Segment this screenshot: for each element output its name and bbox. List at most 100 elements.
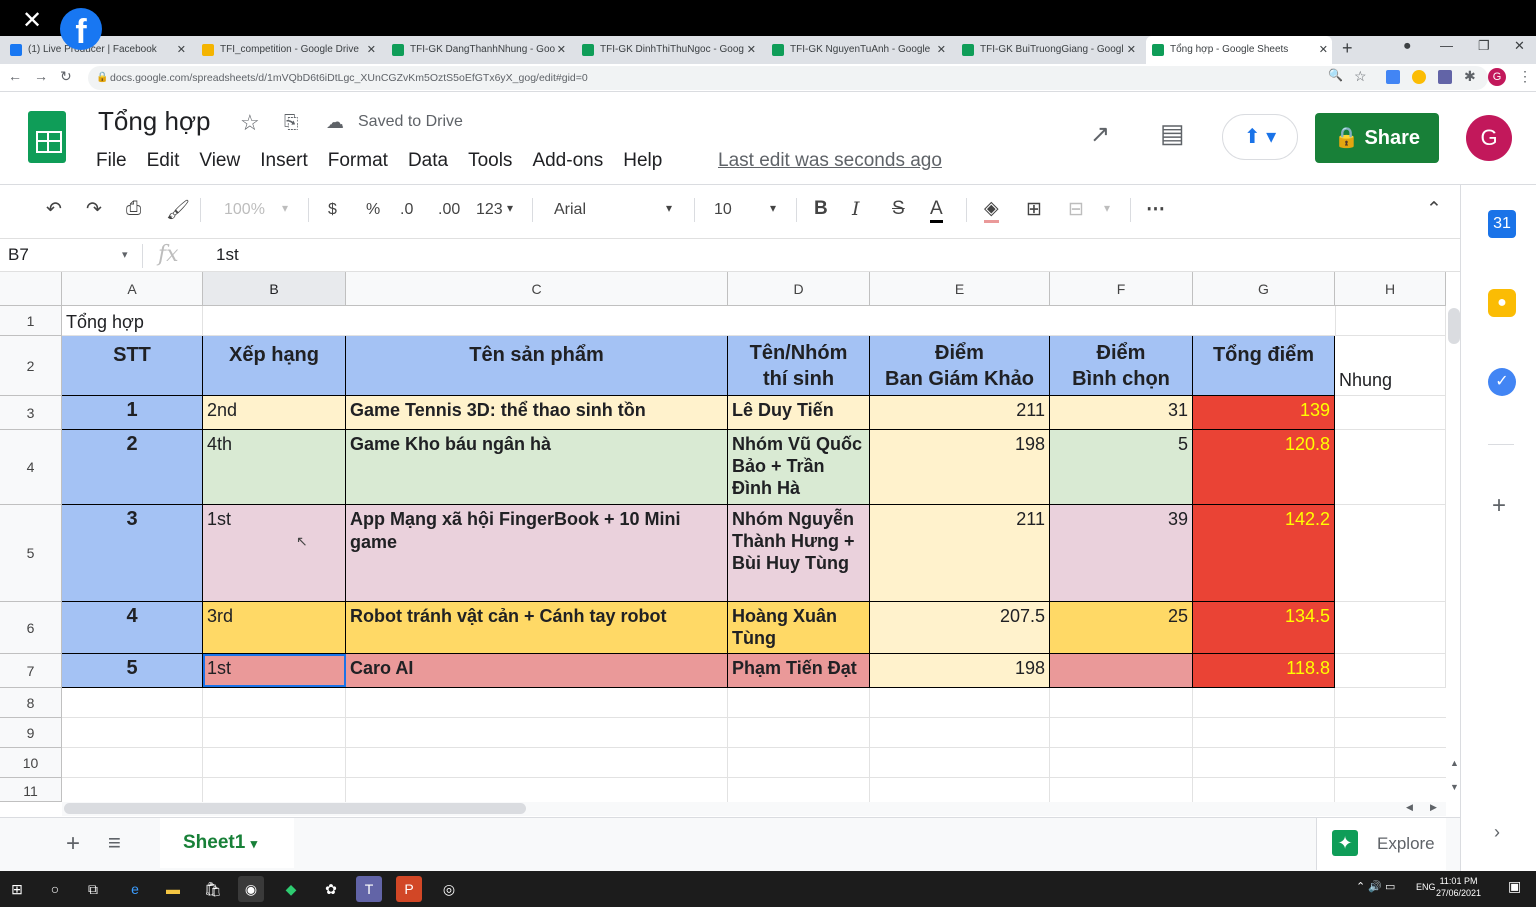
browser-tab-sheet-2[interactable]: TFI-GK DinhThiThuNgoc - Goog ✕ [576,36,760,64]
header-product[interactable]: Tên sản phẩm [346,336,728,396]
cell-judges-2[interactable]: 198 [870,430,1050,505]
tab-close-icon[interactable]: ✕ [1127,36,1136,64]
taskbar-search-icon[interactable]: ○ [42,876,68,902]
more-formats-button[interactable]: 123 [476,201,503,219]
cell-a1[interactable]: Tổng hợp [62,306,203,336]
collapse-menus-icon[interactable]: ⌃ [1426,198,1442,221]
increase-decimal-button[interactable]: .00 [438,201,460,219]
tab-close-icon[interactable]: ✕ [747,36,756,64]
comments-icon[interactable]: ▤ [1160,118,1185,149]
formula-input[interactable]: 1st [216,245,239,265]
row-header-3[interactable]: 3 [0,396,62,430]
cell-team-4[interactable]: Hoàng Xuân Tùng [728,602,870,654]
url-field[interactable]: 🔒 docs.google.com/spreadsheets/d/1mVQbD6… [88,66,1488,90]
task-view-icon[interactable]: ⧉ [80,876,106,902]
sheet-tab-sheet1[interactable]: Sheet1 ▾ [160,818,294,868]
cell-product-5[interactable]: Caro AI [346,654,728,688]
cell-vote-4[interactable]: 25 [1050,602,1193,654]
zoom-select[interactable]: 100% [224,201,265,219]
cell-h5[interactable] [1335,505,1446,602]
browser-tab-sheet-4[interactable]: TFI-GK BuiTruongGiang - Googl ✕ [956,36,1140,64]
font-dropdown-icon[interactable]: ▾ [666,201,672,215]
teams-extension-icon[interactable] [1438,70,1452,84]
header-vote[interactable]: Điểm Bình chọn [1050,336,1193,396]
windows-start-icon[interactable]: ⊞ [4,876,30,902]
undo-icon[interactable]: ↶ [46,198,62,221]
zoom-dropdown-icon[interactable]: ▾ [282,201,288,215]
powerpoint-icon[interactable]: P [396,876,422,902]
browser-tab-tong-hop[interactable]: Tổng hợp - Google Sheets ✕ [1146,36,1332,64]
share-button[interactable]: 🔒 Share [1315,113,1439,163]
keep-icon[interactable]: ● [1488,289,1516,317]
bookmark-star-icon[interactable]: ☆ [1354,68,1367,85]
browser-menu-icon[interactable]: ⋮ [1518,68,1532,85]
cell-product-2[interactable]: Game Kho báu ngân hà [346,430,728,505]
more-options-icon[interactable]: ⋯ [1146,198,1165,221]
menu-view[interactable]: View [199,150,240,172]
translate-extension-icon[interactable] [1386,70,1400,84]
store-icon[interactable]: 🛍 [200,876,226,902]
row-header-5[interactable]: 5 [0,505,62,602]
file-explorer-icon[interactable]: ▬ [160,876,186,902]
empty-grid-area[interactable] [62,688,1446,802]
percent-format-button[interactable]: % [366,201,380,219]
menu-insert[interactable]: Insert [260,150,308,172]
cell-team-5[interactable]: Phạm Tiến Đạt [728,654,870,688]
app-icon[interactable]: ◆ [278,876,304,902]
vertical-scroll-thumb[interactable] [1448,308,1460,344]
cell-vote-5[interactable] [1050,654,1193,688]
merge-cells-icon[interactable]: ⊟ [1068,198,1084,221]
menu-addons[interactable]: Add-ons [532,150,603,172]
cell-rank-4[interactable]: 3rd [203,602,346,654]
more-formats-dropdown-icon[interactable]: ▾ [507,201,513,215]
back-icon[interactable]: ← [8,68,22,84]
row-header-9[interactable]: 9 [0,718,62,748]
row-header-7[interactable]: 7 [0,654,62,688]
font-family-select[interactable]: Arial [554,201,586,219]
tab-close-icon[interactable]: ✕ [367,36,376,64]
menu-edit[interactable]: Edit [147,150,180,172]
cell-product-3[interactable]: App Mạng xã hội FingerBook + 10 Mini gam… [346,505,728,602]
column-header-a[interactable]: A [62,272,203,306]
window-close-icon[interactable]: ✕ [1514,38,1525,54]
reload-icon[interactable]: ↻ [60,68,72,85]
header-rank[interactable]: Xếp hạng [203,336,346,396]
row-header-4[interactable]: 4 [0,430,62,505]
cell-judges-3[interactable]: 211 [870,505,1050,602]
teams-icon[interactable]: T [356,876,382,902]
column-header-b[interactable]: B [203,272,346,306]
document-title[interactable]: Tổng hợp [98,106,210,137]
all-sheets-icon[interactable]: ≡ [108,830,121,856]
scroll-right-icon[interactable]: ▶ [1430,802,1437,813]
paint-format-icon[interactable]: 🖌 [166,198,190,222]
cell-h2[interactable]: Nhung [1335,336,1446,396]
forward-icon[interactable]: → [34,68,48,84]
scroll-up-icon[interactable]: ▲ [1450,758,1459,768]
cell-vote-1[interactable]: 31 [1050,396,1193,430]
cell-team-3[interactable]: Nhóm Nguyễn Thành Hưng + Bùi Huy Tùng [728,505,870,602]
row-header-11[interactable]: 11 [0,778,62,802]
cell-total-1[interactable]: 139 [1193,396,1335,430]
cell-rank-2[interactable]: 4th [203,430,346,505]
strikethrough-icon[interactable]: S [892,198,905,220]
cell-total-4[interactable]: 134.5 [1193,602,1335,654]
system-tray-icons[interactable]: ⌃ 🔊 ▭ [1356,880,1395,893]
cell-h4[interactable] [1335,430,1446,505]
cell-stt-5[interactable]: 5 [62,654,203,688]
cell-stt-1[interactable]: 1 [62,396,203,430]
activity-trend-icon[interactable]: ↗ [1090,120,1110,149]
cell-total-2[interactable]: 120.8 [1193,430,1335,505]
add-sheet-icon[interactable]: + [66,830,80,858]
language-indicator[interactable]: ENG [1416,882,1436,892]
restore-icon[interactable]: ❐ [1478,38,1490,54]
menu-tools[interactable]: Tools [468,150,512,172]
menu-format[interactable]: Format [328,150,388,172]
tab-close-icon[interactable]: ✕ [1319,36,1328,64]
cell-stt-4[interactable]: 4 [62,602,203,654]
column-header-f[interactable]: F [1050,272,1193,306]
name-box[interactable]: B7 [8,245,29,265]
row-header-6[interactable]: 6 [0,602,62,654]
decrease-decimal-button[interactable]: .0 [400,201,413,219]
star-icon[interactable]: ☆ [240,110,260,136]
currency-format-button[interactable]: $ [328,201,337,219]
